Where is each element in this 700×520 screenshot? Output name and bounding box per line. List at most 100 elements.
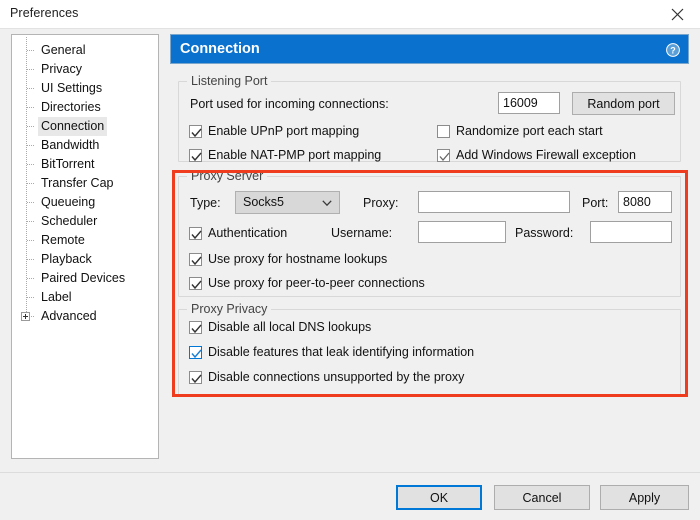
- sidebar-item-label: Label: [41, 290, 72, 304]
- sidebar-item-queueing[interactable]: Queueing: [12, 193, 158, 212]
- checkmark-icon: [191, 374, 202, 383]
- sidebar-item-general[interactable]: General: [12, 41, 158, 60]
- checkbox-label: Disable connections unsupported by the p…: [208, 370, 465, 384]
- settings-tree-list: General Privacy UI Settings Directories Conn…: [12, 35, 158, 326]
- checkbox-box: [189, 370, 202, 384]
- proxy-port-input[interactable]: [618, 191, 672, 213]
- sidebar-item-ui-settings[interactable]: UI Settings: [12, 79, 158, 98]
- sidebar-item-privacy[interactable]: Privacy: [12, 60, 158, 79]
- proxy-server-group: Proxy Server Type: Socks5 Proxy: Port: 8…: [178, 169, 681, 297]
- checkbox-enable-upnp[interactable]: Enable UPnP port mapping: [189, 124, 359, 138]
- checkbox-box: [189, 320, 202, 334]
- dialog-body: General Privacy UI Settings Directories Conn…: [0, 28, 700, 473]
- proxy-password-input[interactable]: [590, 221, 672, 243]
- proxy-type-label: Type:: [190, 196, 221, 210]
- help-question-icon[interactable]: ?: [666, 43, 680, 57]
- sidebar-item-scheduler[interactable]: Scheduler: [12, 212, 158, 231]
- sidebar-item-directories[interactable]: Directories: [12, 98, 158, 117]
- checkmark-icon: [191, 128, 202, 137]
- listening-port-input[interactable]: [498, 92, 560, 114]
- checkbox-disable-unsupported-connections[interactable]: Disable connections unsupported by the p…: [189, 370, 464, 384]
- proxy-host-label: Proxy:: [363, 196, 399, 210]
- proxy-username-label: Username:: [331, 226, 393, 240]
- checkbox-box: [189, 124, 202, 138]
- checkbox-label: Enable NAT-PMP port mapping: [208, 148, 382, 162]
- window-titlebar: Preferences: [0, 0, 700, 28]
- proxy-server-inner: Type: Socks5 Proxy: Port: 8080 Authentic…: [178, 169, 681, 297]
- proxy-password-label: Password:: [515, 226, 574, 240]
- checkbox-box: [189, 252, 202, 266]
- page-title: Connection: [180, 41, 260, 57]
- checkbox-label: Use proxy for peer-to-peer connections: [208, 276, 425, 290]
- checkbox-label: Randomize port each start: [456, 124, 603, 138]
- checkmark-icon: [191, 324, 202, 333]
- sidebar-item-bandwidth[interactable]: Bandwidth: [12, 136, 158, 155]
- checkmark-icon: [191, 349, 202, 358]
- sidebar-item-label: Advanced: [41, 309, 97, 323]
- cancel-button[interactable]: Cancel: [494, 485, 590, 510]
- checkbox-label: Use proxy for hostname lookups: [208, 252, 388, 266]
- checkbox-authentication[interactable]: Authentication: [189, 226, 287, 240]
- expand-plus-icon[interactable]: [21, 312, 30, 321]
- sidebar-item-label: BitTorrent: [41, 157, 95, 171]
- window-title: Preferences: [10, 6, 79, 20]
- apply-button[interactable]: Apply: [600, 485, 689, 510]
- checkmark-icon: [191, 152, 202, 161]
- sidebar-item-connection[interactable]: Connection: [12, 117, 158, 136]
- checkbox-box: [437, 148, 450, 162]
- proxy-privacy-group-title: Proxy Privacy: [187, 302, 272, 316]
- checkbox-disable-dns-lookups[interactable]: Disable all local DNS lookups: [189, 320, 371, 334]
- checkbox-box: [189, 276, 202, 290]
- checkbox-proxy-p2p-connections[interactable]: Use proxy for peer-to-peer connections: [189, 276, 425, 290]
- sidebar-item-label: Bandwidth: [41, 138, 100, 152]
- checkbox-enable-natpmp[interactable]: Enable NAT-PMP port mapping: [189, 148, 381, 162]
- proxy-host-input[interactable]: [418, 191, 570, 213]
- sidebar-item-transfer-cap[interactable]: Transfer Cap: [12, 174, 158, 193]
- settings-content-panel: Connection ? Listening Port Port used fo…: [170, 34, 689, 457]
- checkbox-randomize-port[interactable]: Randomize port each start: [437, 124, 603, 138]
- checkbox-proxy-hostname-lookups[interactable]: Use proxy for hostname lookups: [189, 252, 387, 266]
- checkmark-icon: [439, 152, 450, 161]
- close-icon: [671, 8, 683, 20]
- proxy-port-label: Port:: [582, 196, 609, 210]
- checkmark-icon: [191, 280, 202, 289]
- svg-text:?: ?: [670, 45, 676, 55]
- proxy-type-select[interactable]: Socks5: [235, 191, 340, 214]
- sidebar-item-label: General: [41, 43, 86, 57]
- section-header: Connection ?: [170, 34, 689, 64]
- sidebar-item-bittorrent[interactable]: BitTorrent: [12, 155, 158, 174]
- sidebar-item-remote[interactable]: Remote: [12, 231, 158, 250]
- sidebar-item-label: Connection: [38, 117, 108, 136]
- sidebar-item-label: Paired Devices: [41, 271, 126, 285]
- chevron-down-icon: [322, 200, 332, 207]
- proxy-username-input[interactable]: [418, 221, 506, 243]
- ok-button[interactable]: OK: [396, 485, 482, 510]
- sidebar-item-label: Scheduler: [41, 214, 98, 228]
- checkbox-label: Authentication: [208, 226, 288, 240]
- checkbox-box: [189, 345, 202, 359]
- sidebar-item-label[interactable]: Label: [12, 288, 158, 307]
- sidebar-item-label: Transfer Cap: [41, 176, 114, 190]
- checkbox-box: [437, 124, 450, 138]
- checkmark-icon: [191, 230, 202, 239]
- checkbox-label: Enable UPnP port mapping: [208, 124, 360, 138]
- close-button[interactable]: [654, 0, 700, 28]
- checkbox-box: [189, 226, 202, 240]
- sidebar-item-playback[interactable]: Playback: [12, 250, 158, 269]
- random-port-button[interactable]: Random port: [572, 92, 675, 115]
- checkbox-label: Add Windows Firewall exception: [456, 148, 636, 162]
- sidebar-item-paired-devices[interactable]: Paired Devices: [12, 269, 158, 288]
- checkbox-disable-leaky-features[interactable]: Disable features that leak identifying i…: [189, 345, 474, 359]
- port-used-label: Port used for incoming connections:: [190, 97, 389, 111]
- listening-port-group: Listening Port Port used for incoming co…: [178, 74, 681, 162]
- settings-tree-panel[interactable]: General Privacy UI Settings Directories Conn…: [11, 34, 159, 459]
- checkbox-windows-firewall[interactable]: Add Windows Firewall exception: [437, 148, 636, 162]
- checkbox-label: Disable all local DNS lookups: [208, 320, 372, 334]
- proxy-privacy-group: Proxy Privacy Disable all local DNS look…: [178, 302, 681, 397]
- sidebar-item-label: Playback: [41, 252, 92, 266]
- sidebar-item-label: Remote: [41, 233, 85, 247]
- checkbox-box: [189, 148, 202, 162]
- checkmark-icon: [191, 256, 202, 265]
- sidebar-item-label: UI Settings: [41, 81, 103, 95]
- sidebar-item-advanced[interactable]: Advanced: [12, 307, 158, 326]
